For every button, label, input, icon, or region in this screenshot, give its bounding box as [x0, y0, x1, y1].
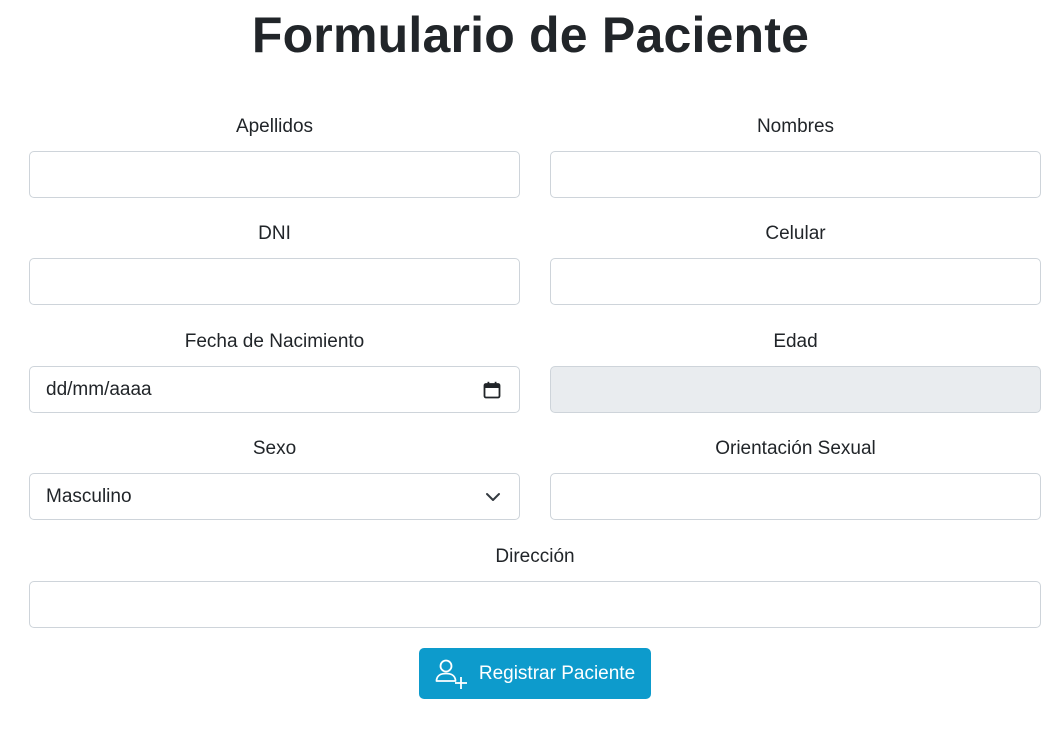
registrar-paciente-label: Registrar Paciente [478, 662, 636, 684]
dni-field[interactable] [29, 258, 520, 305]
sexo-selected-value: Masculino [46, 485, 132, 507]
orientacion-field[interactable] [550, 473, 1041, 520]
fecha-nacimiento-label: Fecha de Nacimiento [184, 331, 365, 352]
user-plus-icon [435, 658, 469, 690]
edad-field [550, 366, 1041, 413]
celular-field[interactable] [550, 258, 1041, 305]
sexo-label: Sexo [252, 438, 297, 459]
dni-label: DNI [258, 223, 291, 244]
sexo-select[interactable]: Masculino [29, 473, 520, 520]
fecha-nacimiento-field[interactable]: dd/mm/aaaa [29, 366, 520, 413]
calendar-icon[interactable] [483, 381, 501, 399]
apellidos-label: Apellidos [235, 116, 314, 137]
orientacion-label: Orientación Sexual [715, 438, 876, 459]
nombres-field[interactable] [550, 151, 1041, 198]
page-title: Formulario de Paciente [251, 7, 810, 63]
fecha-nacimiento-placeholder: dd/mm/aaaa [46, 378, 152, 400]
nombres-label: Nombres [756, 116, 835, 137]
chevron-down-icon [485, 489, 501, 505]
direccion-label: Dirección [495, 546, 575, 567]
celular-label: Celular [765, 223, 826, 244]
direccion-field[interactable] [29, 581, 1041, 628]
apellidos-field[interactable] [29, 151, 520, 198]
edad-label: Edad [773, 331, 818, 352]
registrar-paciente-button[interactable]: Registrar Paciente [419, 648, 651, 699]
